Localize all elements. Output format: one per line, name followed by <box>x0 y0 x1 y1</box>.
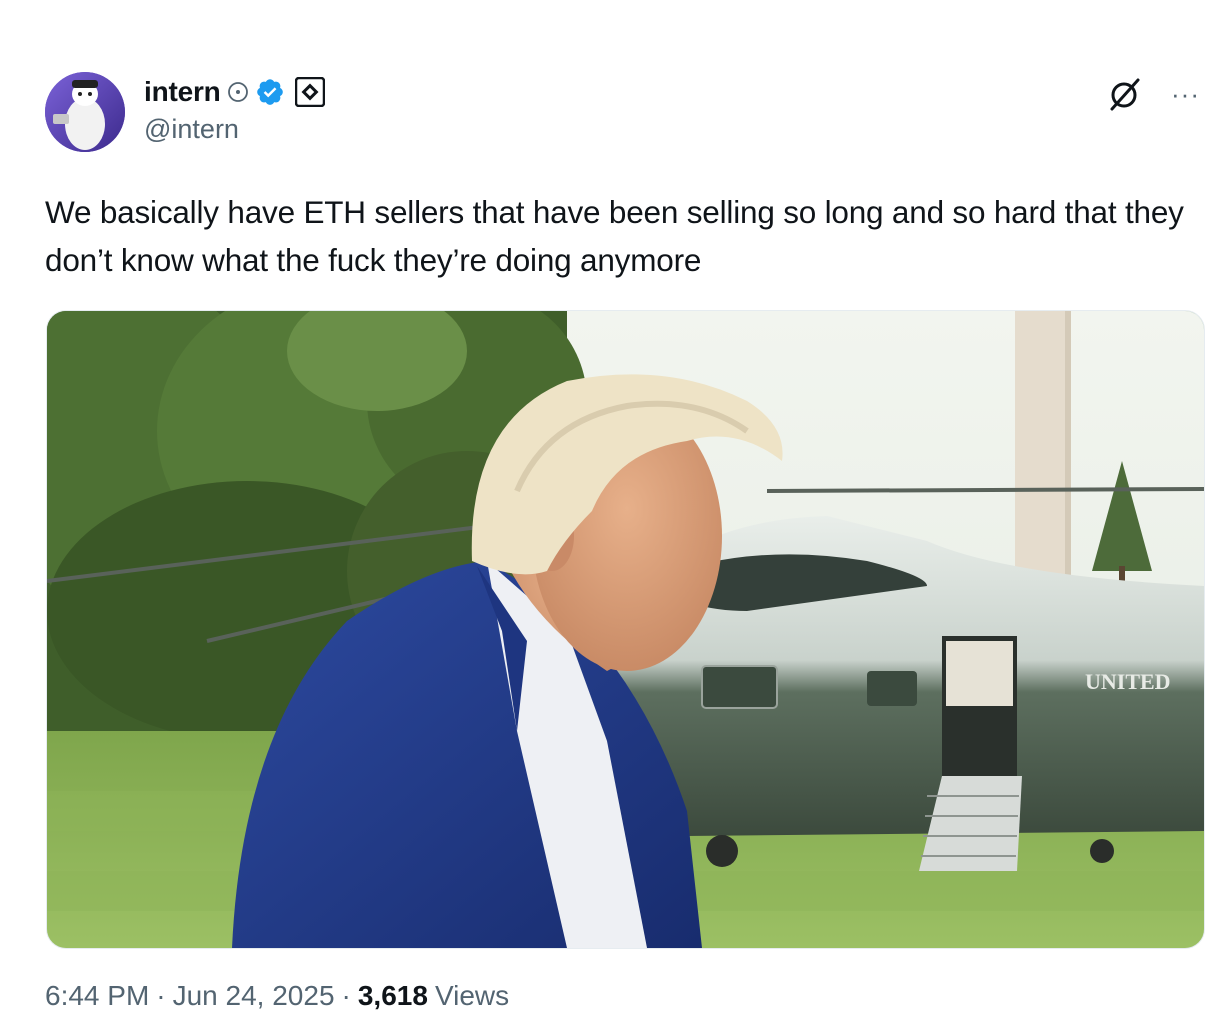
tweet-meta: 6:44 PM · Jun 24, 2025 · 3,618 Views <box>45 980 509 1012</box>
meta-separator: · <box>156 980 166 1011</box>
verified-badge-icon[interactable] <box>255 77 285 107</box>
tweet-time[interactable]: 6:44 PM <box>45 980 149 1012</box>
helicopter-lettering: UNITED <box>1085 669 1171 694</box>
tweet-top-actions: ··· <box>1105 74 1200 114</box>
avatar-image <box>45 72 125 152</box>
tweet-text: We basically have ETH sellers that have … <box>45 194 1184 278</box>
author-name-row: intern <box>144 73 325 111</box>
slashed-circle-icon[interactable] <box>1105 74 1145 114</box>
clock-icon <box>227 81 249 103</box>
author-display-name[interactable]: intern <box>144 76 221 108</box>
views-count: 3,618 <box>357 980 428 1011</box>
more-options-icon[interactable]: ··· <box>1171 81 1200 107</box>
tweet-media-image[interactable]: UNITED <box>46 310 1205 949</box>
affiliate-badge-icon[interactable] <box>294 77 325 107</box>
tweet-date[interactable]: Jun 24, 2025 <box>173 980 335 1012</box>
views-label: Views <box>434 980 510 1011</box>
meta-separator: · <box>341 980 351 1011</box>
author-handle[interactable]: @intern <box>144 114 239 145</box>
avatar[interactable] <box>45 72 125 152</box>
